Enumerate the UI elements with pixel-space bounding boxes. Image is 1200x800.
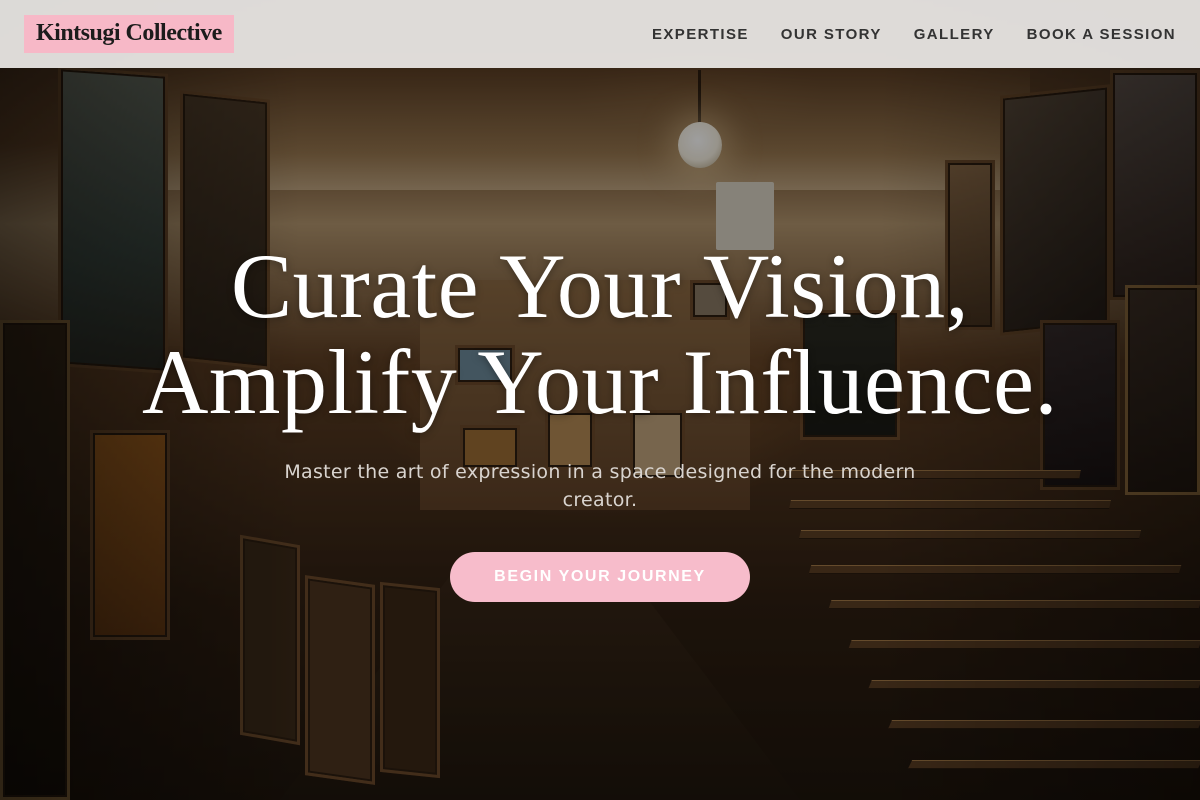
- nav-link-expertise[interactable]: EXPERTISE: [652, 26, 749, 43]
- nav-link-gallery[interactable]: GALLERY: [914, 26, 995, 43]
- hero-headline-line-1: Curate Your Vision,: [230, 235, 970, 337]
- hero-content: Curate Your Vision, Amplify Your Influen…: [0, 238, 1200, 602]
- begin-journey-button[interactable]: BEGIN YOUR JOURNEY: [450, 552, 750, 602]
- nav-link-book-a-session[interactable]: BOOK A SESSION: [1027, 26, 1176, 43]
- nav-link-our-story[interactable]: OUR STORY: [781, 26, 882, 43]
- top-navbar: Kintsugi Collective EXPERTISE OUR STORY …: [0, 0, 1200, 68]
- main-nav: EXPERTISE OUR STORY GALLERY BOOK A SESSI…: [620, 26, 1176, 43]
- hero-headline-line-2: Amplify Your Influence.: [141, 331, 1059, 433]
- hero-headline: Curate Your Vision, Amplify Your Influen…: [0, 238, 1200, 430]
- hero-subtitle: Master the art of expression in a space …: [284, 461, 916, 511]
- brand-logo-link[interactable]: Kintsugi Collective: [24, 15, 234, 53]
